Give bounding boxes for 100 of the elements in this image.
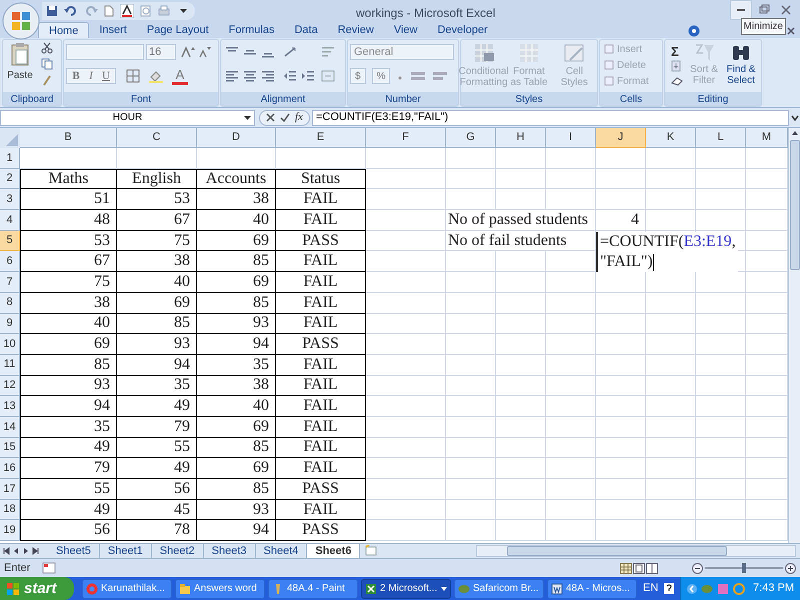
row-header[interactable]: 9 bbox=[0, 314, 20, 334]
row-header[interactable]: 7 bbox=[0, 272, 20, 293]
column-header[interactable]: I bbox=[546, 128, 596, 148]
name-box[interactable]: HOUR bbox=[0, 110, 255, 126]
spreadsheet-cell[interactable]: Status bbox=[276, 168, 366, 190]
spreadsheet-cell[interactable]: FAIL bbox=[276, 458, 366, 479]
taskbar-button[interactable]: Safaricom Br... bbox=[454, 578, 544, 598]
spreadsheet-cell[interactable]: 49 bbox=[117, 396, 197, 417]
spreadsheet-cell[interactable]: 85 bbox=[197, 292, 276, 314]
spreadsheet-cell[interactable]: FAIL bbox=[276, 500, 366, 520]
spreadsheet-cell[interactable]: 85 bbox=[197, 479, 276, 500]
row-header[interactable]: 1 bbox=[0, 148, 20, 169]
column-header[interactable]: K bbox=[646, 128, 696, 148]
formula-field[interactable]: =COUNTIF(E3:E19,"FAIL") bbox=[312, 110, 789, 126]
row-header[interactable]: 6 bbox=[0, 251, 20, 272]
spreadsheet-cell[interactable]: FAIL bbox=[276, 210, 366, 231]
row-header[interactable]: 15 bbox=[0, 438, 20, 458]
font-style-button[interactable]: I bbox=[84, 68, 98, 84]
spreadsheet-cell[interactable]: 69 bbox=[20, 334, 117, 355]
row-header[interactable]: 16 bbox=[0, 458, 20, 479]
spreadsheet-cell[interactable]: 93 bbox=[20, 376, 117, 396]
spreadsheet-cell[interactable]: FAIL bbox=[276, 272, 366, 293]
column-header[interactable]: D bbox=[197, 128, 276, 148]
spreadsheet-cell[interactable]: 40 bbox=[20, 314, 117, 334]
spreadsheet-cell[interactable]: 49 bbox=[117, 458, 197, 479]
spreadsheet-cell[interactable]: 85 bbox=[197, 438, 276, 458]
spreadsheet-cell[interactable]: PASS bbox=[276, 334, 366, 355]
row-header[interactable]: 18 bbox=[0, 500, 20, 520]
row-header[interactable]: 19 bbox=[0, 520, 20, 542]
sheet-tab[interactable]: Sheet6 bbox=[307, 544, 360, 558]
spreadsheet-cell[interactable]: FAIL bbox=[276, 314, 366, 334]
cell-editor[interactable]: =COUNTIF(E3:E19, "FAIL") bbox=[596, 232, 738, 272]
column-header[interactable]: G bbox=[446, 128, 496, 148]
start-button[interactable]: start bbox=[0, 577, 74, 600]
spreadsheet-cell[interactable]: 53 bbox=[117, 189, 197, 210]
row-header[interactable]: 2 bbox=[0, 168, 20, 190]
column-header[interactable]: J bbox=[596, 128, 646, 148]
font-style-button[interactable]: U bbox=[99, 68, 113, 84]
column-header[interactable]: F bbox=[366, 128, 446, 148]
spreadsheet-cell[interactable]: English bbox=[117, 168, 197, 190]
row-header[interactable]: 5 bbox=[0, 230, 20, 252]
font-style-button[interactable]: B bbox=[69, 68, 83, 84]
spreadsheet-cell[interactable]: 93 bbox=[197, 314, 276, 334]
spreadsheet-cell[interactable]: FAIL bbox=[276, 416, 366, 438]
taskbar-button[interactable]: 2 Microsoft... bbox=[361, 578, 451, 598]
spreadsheet-cell[interactable]: FAIL bbox=[276, 376, 366, 396]
row-header[interactable]: 4 bbox=[0, 210, 20, 231]
spreadsheet-cell[interactable]: 94 bbox=[117, 354, 197, 376]
ribbon-tab[interactable]: Formulas bbox=[218, 22, 284, 38]
spreadsheet-cell[interactable]: 69 bbox=[197, 416, 276, 438]
spreadsheet-cell[interactable]: 49 bbox=[20, 500, 117, 520]
spreadsheet-cell[interactable]: 69 bbox=[117, 292, 197, 314]
ribbon-tab[interactable]: Home bbox=[38, 22, 90, 38]
spreadsheet-cell[interactable]: 4 bbox=[596, 210, 646, 231]
spreadsheet-cell[interactable]: 53 bbox=[20, 230, 117, 252]
ribbon-tab[interactable]: View bbox=[384, 22, 428, 38]
spreadsheet-cell[interactable]: 93 bbox=[117, 334, 197, 355]
row-header[interactable]: 11 bbox=[0, 354, 20, 376]
spreadsheet-cell[interactable]: FAIL bbox=[276, 438, 366, 458]
autosum-button[interactable]: Σ bbox=[671, 42, 679, 62]
spreadsheet-cell[interactable]: No of passed students bbox=[446, 210, 596, 231]
spreadsheet-cell[interactable]: FAIL bbox=[276, 292, 366, 314]
font-size-field[interactable]: 16 bbox=[146, 44, 176, 60]
taskbar-button[interactable]: Answers word bbox=[175, 578, 265, 598]
spreadsheet-cell[interactable]: Accounts bbox=[197, 168, 276, 190]
spreadsheet-cell[interactable]: 79 bbox=[20, 458, 117, 479]
column-header[interactable]: C bbox=[117, 128, 197, 148]
spreadsheet-cell[interactable]: 51 bbox=[20, 189, 117, 210]
spreadsheet-cell[interactable]: PASS bbox=[276, 230, 366, 252]
spreadsheet-cell[interactable]: FAIL bbox=[276, 189, 366, 210]
spreadsheet-cell[interactable]: 67 bbox=[20, 251, 117, 272]
spreadsheet-cell[interactable]: 38 bbox=[20, 292, 117, 314]
spreadsheet-cell[interactable]: 69 bbox=[197, 272, 276, 293]
taskbar-button[interactable]: 48A - Micros... bbox=[547, 578, 637, 598]
row-header[interactable]: 10 bbox=[0, 334, 20, 355]
paste-button[interactable]: Paste bbox=[5, 42, 35, 92]
spreadsheet-cell[interactable]: FAIL bbox=[276, 396, 366, 417]
row-header[interactable]: 12 bbox=[0, 376, 20, 396]
spreadsheet-cell[interactable]: 35 bbox=[197, 354, 276, 376]
column-header[interactable]: E bbox=[276, 128, 366, 148]
spreadsheet-cell[interactable]: 94 bbox=[20, 396, 117, 417]
spreadsheet-cell[interactable]: 38 bbox=[197, 376, 276, 396]
insert-function-button[interactable]: fx bbox=[295, 109, 303, 126]
spreadsheet-cell[interactable]: 38 bbox=[197, 189, 276, 210]
taskbar-button[interactable]: Karunathilak... bbox=[82, 578, 172, 598]
spreadsheet-cell[interactable]: PASS bbox=[276, 520, 366, 542]
ribbon-tab[interactable]: Developer bbox=[427, 22, 498, 38]
column-header[interactable]: B bbox=[20, 128, 117, 148]
spreadsheet-cell[interactable]: 79 bbox=[117, 416, 197, 438]
spreadsheet-cell[interactable]: 85 bbox=[117, 314, 197, 334]
spreadsheet-cell[interactable]: 67 bbox=[117, 210, 197, 231]
number-format-button[interactable]: % bbox=[372, 68, 390, 84]
spreadsheet-cell[interactable]: Maths bbox=[20, 168, 117, 190]
row-header[interactable]: 17 bbox=[0, 479, 20, 500]
spreadsheet-cell[interactable]: 69 bbox=[197, 458, 276, 479]
column-header[interactable]: M bbox=[746, 128, 788, 148]
find-select-button[interactable]: Find & Select bbox=[723, 42, 759, 86]
spreadsheet-cell[interactable]: 40 bbox=[197, 396, 276, 417]
number-format-button[interactable]: $ bbox=[350, 68, 366, 84]
spreadsheet-cell[interactable]: 38 bbox=[117, 251, 197, 272]
